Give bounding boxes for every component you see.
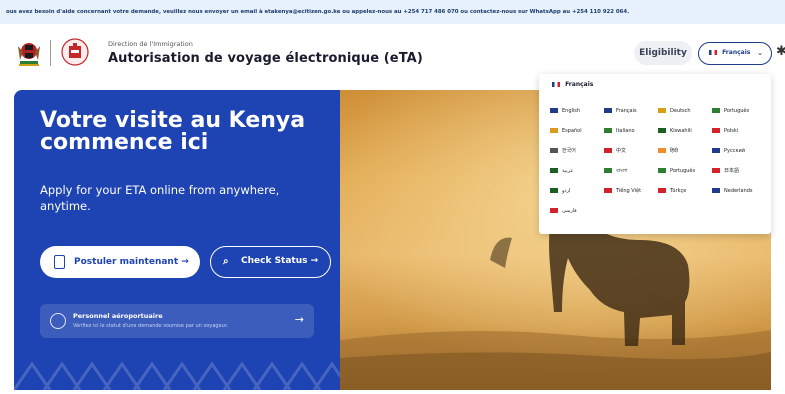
chevron-down-icon: ⌄ (757, 49, 763, 57)
language-option[interactable]: Português (712, 105, 766, 117)
language-option-label: Kiswahili (670, 128, 692, 134)
language-flag-icon (658, 188, 666, 193)
language-flag-icon (550, 128, 558, 133)
language-option-label: Português (724, 108, 750, 114)
language-option[interactable]: 日本語 (712, 165, 766, 177)
language-flag-icon (712, 148, 720, 153)
language-selector-label: Français (722, 49, 751, 56)
apply-now-label: Postuler maintenant → (74, 257, 189, 267)
language-option[interactable]: Español (550, 125, 604, 137)
language-option[interactable]: 한국어 (550, 145, 604, 157)
language-flag-icon (550, 168, 558, 173)
language-flag-icon (712, 168, 720, 173)
language-option-label: বাংলা (616, 168, 628, 174)
language-option[interactable]: Русский (712, 145, 766, 157)
language-option-label: عربية (562, 168, 574, 174)
selected-language: Français (552, 81, 593, 88)
language-flag-icon (658, 148, 666, 153)
help-notice-text: ous avez besoin d'aide concernant votre … (6, 9, 630, 15)
check-status-label: Check Status → (241, 256, 319, 266)
language-option[interactable]: বাংলা (604, 165, 658, 177)
kenya-coat-of-arms-icon (18, 43, 40, 66)
language-option-label: فارسی (562, 208, 577, 214)
language-flag-icon (712, 128, 720, 133)
language-dropdown-menu: Français English Français Deutsch Português… (539, 74, 771, 234)
language-option[interactable]: Italiano (604, 125, 658, 137)
language-flag-icon (712, 108, 720, 113)
language-option[interactable]: English (550, 105, 604, 117)
language-flag-icon (658, 108, 666, 113)
page-title: Autorisation de voyage électronique (eTA… (108, 51, 423, 66)
language-option-label: Italiano (616, 128, 635, 134)
language-flag-icon (604, 108, 612, 113)
language-option[interactable]: Deutsch (658, 105, 712, 117)
hero-panel: Votre visite au Kenya commence ici Apply… (14, 90, 340, 390)
language-flag-icon (550, 208, 558, 213)
language-option[interactable]: हिंदी (658, 145, 712, 157)
language-option-label: Deutsch (670, 108, 691, 114)
airport-staff-link[interactable]: Personnel aéroportuaire Vérifiez ici le … (40, 304, 314, 338)
language-option[interactable]: Türkçe (658, 185, 712, 197)
language-option[interactable]: عربية (550, 165, 604, 177)
apply-now-button[interactable]: Postuler maintenant → (40, 246, 200, 278)
header-divider (50, 40, 51, 66)
language-flag-icon (658, 168, 666, 173)
language-flag-icon (550, 148, 558, 153)
language-selector[interactable]: Français ⌄ (698, 42, 772, 65)
document-icon (54, 255, 65, 269)
language-flag-icon (604, 188, 612, 193)
hero-subtitle: Apply for your ETA online from anywhere,… (40, 183, 280, 213)
language-option[interactable]: فارسی (550, 205, 604, 217)
department-subtitle: Direction de l'Immigration (108, 40, 193, 48)
language-option[interactable]: 中文 (604, 145, 658, 157)
settings-gear-icon[interactable]: ✱ (776, 44, 785, 59)
check-status-button[interactable]: ⌕ Check Status → (210, 246, 331, 278)
language-option[interactable]: Polski (712, 125, 766, 137)
language-flag-icon (604, 148, 612, 153)
language-flag-icon (604, 168, 612, 173)
language-option-label: हिंदी (670, 148, 678, 154)
language-option-label: Tiếng Việt (616, 188, 642, 194)
help-notice-bar: ous avez besoin d'aide concernant votre … (0, 0, 785, 24)
language-option-label: 한국어 (562, 148, 576, 154)
decorative-pattern (14, 361, 340, 390)
language-option[interactable]: Tiếng Việt (604, 185, 658, 197)
language-option[interactable]: اردو (550, 185, 604, 197)
language-option-label: 日本語 (724, 168, 740, 174)
eligibility-button[interactable]: Eligibility (634, 41, 692, 65)
language-option-label: 中文 (616, 148, 627, 154)
airport-staff-title: Personnel aéroportuaire (73, 312, 163, 320)
language-option-label: Français (616, 108, 637, 114)
airport-staff-description: Vérifiez ici le statut d'une demande sou… (73, 323, 229, 329)
search-icon: ⌕ (223, 256, 229, 267)
language-flag-icon (604, 128, 612, 133)
language-option[interactable]: Português (658, 165, 712, 177)
language-option-label: Polski (724, 128, 739, 134)
globe-icon (50, 313, 66, 329)
language-option-label: English (562, 108, 581, 114)
language-option-label: Русский (724, 148, 745, 154)
immigration-logo-icon (61, 38, 89, 66)
language-flag-icon (550, 108, 558, 113)
arrow-right-icon: → (294, 313, 304, 326)
hero-title: Votre visite au Kenya commence ici (40, 108, 306, 155)
language-option[interactable]: Nederlands (712, 185, 766, 197)
selected-language-label: Français (565, 81, 594, 88)
language-option[interactable]: Kiswahili (658, 125, 712, 137)
france-flag-icon (709, 50, 717, 55)
france-flag-icon (552, 82, 560, 87)
language-flag-icon (550, 188, 558, 193)
language-option-label: Türkçe (670, 188, 687, 194)
language-option[interactable]: Français (604, 105, 658, 117)
language-option-label: Português (670, 168, 696, 174)
language-option-label: Español (562, 128, 582, 134)
language-flag-icon (712, 188, 720, 193)
language-option-label: اردو (562, 188, 571, 194)
language-flag-icon (658, 128, 666, 133)
language-option-label: Nederlands (724, 188, 753, 194)
